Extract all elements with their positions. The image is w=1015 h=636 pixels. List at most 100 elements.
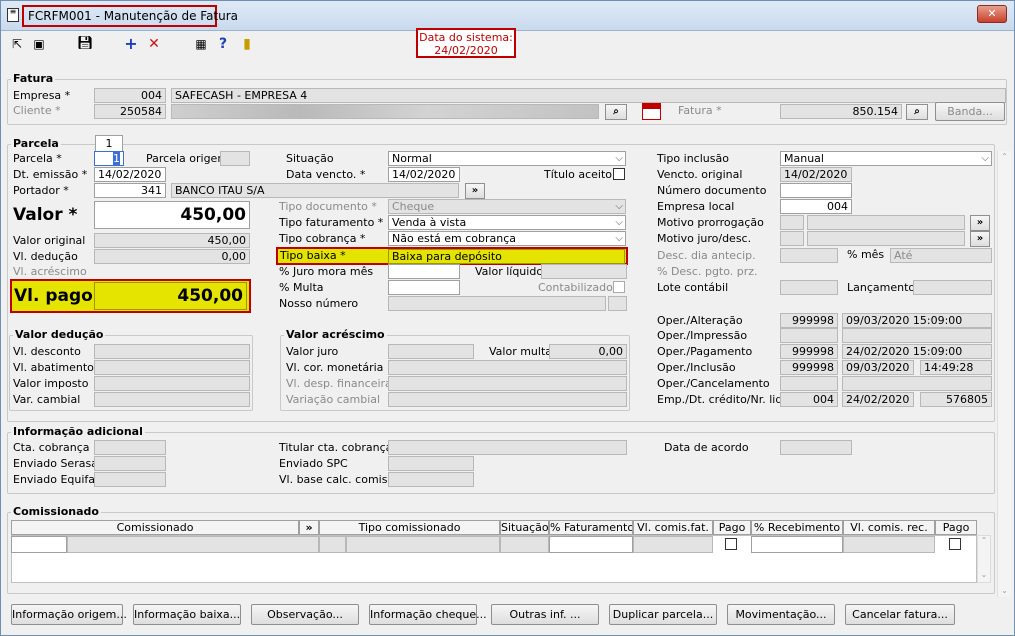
add-icon[interactable]: + [123, 36, 139, 52]
col-comissionado[interactable]: Comissionado [11, 520, 299, 535]
variacao-cambial-field [388, 392, 627, 407]
cliente-code-field[interactable]: 250584 [94, 104, 166, 119]
tipo-inclusao-select[interactable]: Manual ⌵ [780, 151, 992, 166]
col-situacao[interactable]: Situação [500, 520, 549, 535]
oper-inclusao-date: 09/03/2020 [842, 360, 914, 375]
col-pago-fat[interactable]: Pago [713, 520, 751, 535]
tipo-baixa-field[interactable]: Baixa para depósito [388, 249, 625, 264]
col-search[interactable]: » [299, 520, 319, 535]
movimentacao-button[interactable]: Movimentação... [727, 604, 835, 625]
emissao-field[interactable]: 14/02/2020 [94, 167, 166, 182]
system-date-label: Data do sistema: [419, 31, 513, 44]
empresa-local-field[interactable]: 004 [780, 199, 852, 214]
titulo-aceito-checkbox[interactable] [613, 168, 625, 180]
lancamento-label: Lançamento [847, 281, 916, 294]
info-origem-button[interactable]: Informação origem... [11, 604, 127, 625]
back-icon[interactable]: ⇱ [9, 36, 25, 52]
vl-pago-field: 450,00 [94, 282, 247, 310]
oper-cancelamento-label: Oper./Cancelamento [657, 377, 770, 390]
enviado-equifax-field [94, 472, 166, 487]
cancelar-fatura-button[interactable]: Cancelar fatura... [845, 604, 955, 625]
observacao-button[interactable]: Observação... [251, 604, 359, 625]
col-vl-comis-fat[interactable]: Vl. comis.fat. [633, 520, 713, 535]
col-pct-recebimento[interactable]: % Recebimento [751, 520, 843, 535]
help-icon[interactable]: ? [215, 36, 231, 52]
save-icon[interactable]: 💾︎ [77, 36, 94, 52]
windows-icon[interactable]: ▣ [31, 36, 47, 52]
pago-rec-checkbox[interactable] [949, 538, 961, 550]
oper-inclusao-time: 14:49:28 [920, 360, 992, 375]
var-cambial-label: Var. cambial [13, 393, 81, 406]
info-cheque-button[interactable]: Informação cheque... [369, 604, 487, 625]
juro-mora-label: % Juro mora mês [279, 265, 374, 278]
motivo-juro-code [780, 231, 804, 246]
tipo-comissionado-cell [346, 536, 500, 553]
juro-mora-field[interactable] [388, 264, 460, 279]
motivo-prorrogacao-button[interactable]: » [970, 215, 990, 231]
vl-acrescimo-label: Vl. acréscimo [13, 265, 87, 278]
tipo-cobranca-select[interactable]: Não está em cobrança ⌵ [388, 231, 626, 246]
lancamento-field [913, 280, 992, 295]
valor-label: Valor * [13, 205, 78, 225]
var-cambial-field [94, 392, 250, 407]
chevron-up-icon[interactable]: ⌃ [998, 151, 1011, 163]
lote-contabil-label: Lote contábil [657, 281, 729, 294]
motivo-prorrogacao-label: Motivo prorrogação [657, 216, 764, 229]
exit-icon[interactable]: ▮ [239, 36, 255, 52]
col-tipo-comissionado[interactable]: Tipo comissionado [319, 520, 500, 535]
vl-pago-label: Vl. pago [14, 286, 93, 306]
duplicar-parcela-button[interactable]: Duplicar parcela... [609, 604, 717, 625]
main-scrollbar[interactable]: ⌃ ⌄ [997, 151, 1011, 597]
delete-icon[interactable]: ✕ [146, 36, 162, 52]
col-pago-rec[interactable]: Pago [935, 520, 977, 535]
col-vl-comis-rec[interactable]: Vl. comis. rec. [843, 520, 935, 535]
info-baixa-button[interactable]: Informação baixa... [133, 604, 241, 625]
fatura-label: Fatura * [678, 104, 722, 117]
chevron-down-icon: ⌵ [615, 201, 623, 212]
tipo-inclusao-label: Tipo inclusão [657, 152, 729, 165]
situacao-cell [500, 536, 549, 553]
tipo-documento-select: Cheque ⌵ [388, 199, 626, 214]
pago-fat-checkbox[interactable] [725, 538, 737, 550]
parcela-tab[interactable]: 1 [95, 135, 123, 151]
portador-code-field[interactable]: 341 [94, 183, 166, 198]
emp-code: 004 [780, 392, 838, 407]
vl-comis-fat-cell [633, 536, 713, 553]
parcela-origem-label: Parcela origem [146, 152, 229, 165]
fatura-number-field[interactable]: 850.154 [780, 104, 902, 119]
valor-liquido-label: Valor líquido [475, 265, 544, 278]
close-button[interactable]: ✕ [977, 5, 1007, 23]
valor-field[interactable]: 450,00 [94, 201, 250, 229]
desc-pgto-label: % Desc. pgto. prz. [657, 265, 758, 278]
cliente-search-button[interactable]: ⌕ [605, 104, 627, 120]
portador-name-field: BANCO ITAU S/A [171, 183, 459, 198]
tipo-faturamento-label: Tipo faturamento * [279, 216, 384, 229]
situacao-select[interactable]: Normal ⌵ [388, 151, 626, 166]
empresa-code-field[interactable]: 004 [94, 88, 166, 103]
numero-documento-field[interactable] [780, 183, 852, 198]
comissionado-code-cell[interactable] [11, 536, 67, 553]
outras-inf-button[interactable]: Outras inf. ... [491, 604, 599, 625]
chevron-down-icon[interactable]: ⌄ [978, 570, 990, 580]
tipo-faturamento-select[interactable]: Venda à vista ⌵ [388, 215, 626, 230]
banda-button[interactable]: Banda... [935, 102, 1005, 121]
calendar-icon[interactable] [642, 103, 661, 120]
vl-desconto-label: Vl. desconto [13, 345, 81, 358]
parcela-section-title: Parcela [11, 137, 61, 150]
parcela-field[interactable]: 1 [94, 151, 124, 166]
oper-alteracao-datetime: 09/03/2020 15:09:00 [842, 313, 992, 328]
chevron-up-icon[interactable]: ⌃ [978, 536, 990, 546]
calculator-icon[interactable]: ▦ [193, 36, 209, 52]
chevron-down-icon[interactable]: ⌄ [998, 585, 1011, 597]
comissionado-scrollbar[interactable]: ⌃ ⌄ [977, 535, 991, 583]
titular-cta-field [388, 440, 627, 455]
motivo-juro-button[interactable]: » [970, 231, 990, 247]
vencto-field[interactable]: 14/02/2020 [388, 167, 460, 182]
pct-recebimento-cell[interactable] [751, 536, 843, 553]
oper-impressao-user [780, 328, 838, 343]
col-pct-faturamento[interactable]: % Faturamento [549, 520, 633, 535]
multa-field[interactable] [388, 280, 460, 295]
pct-faturamento-cell[interactable] [549, 536, 633, 553]
fatura-search-button[interactable]: ⌕ [906, 104, 928, 120]
portador-search-button[interactable]: » [465, 183, 485, 199]
